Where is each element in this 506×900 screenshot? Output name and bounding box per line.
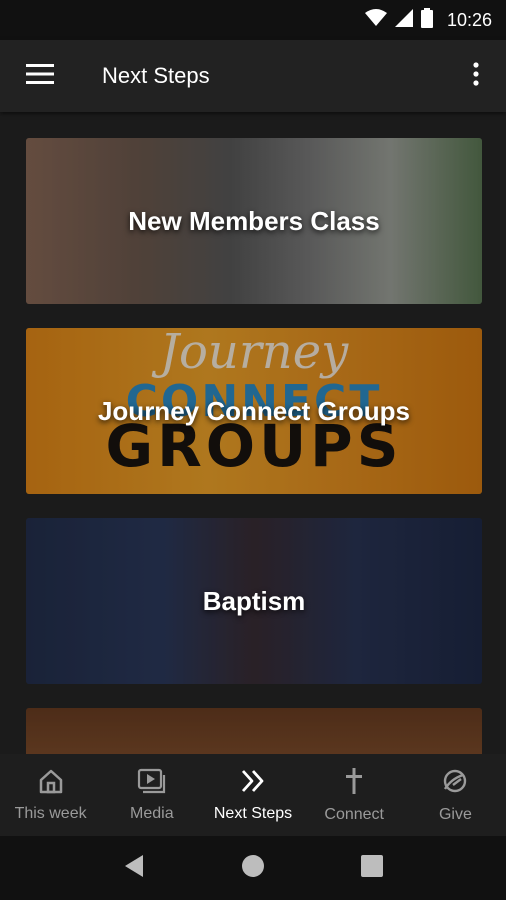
card-title: New Members Class	[128, 205, 380, 236]
card-baptism[interactable]: Baptism	[26, 518, 482, 684]
card-overlay	[26, 708, 482, 754]
card-title: Journey Connect Groups	[97, 395, 411, 426]
hamburger-menu-button[interactable]	[0, 40, 80, 112]
nav-item-connect[interactable]: Connect	[304, 754, 405, 836]
app-bar: Next Steps	[0, 40, 506, 112]
card-title: Baptism	[202, 585, 306, 616]
more-vertical-icon	[473, 61, 479, 91]
nav-label: Give	[438, 805, 472, 823]
back-button[interactable]	[123, 854, 145, 883]
more-options-button[interactable]	[446, 40, 506, 112]
system-navigation-bar	[0, 836, 506, 900]
next-steps-list[interactable]: New Members Class Journey CONNECT GROUPS…	[0, 112, 506, 754]
nav-label: Media	[130, 804, 174, 822]
card-partial[interactable]	[26, 708, 482, 754]
status-bar: 10:26	[0, 0, 506, 40]
card-new-members-class[interactable]: New Members Class	[26, 138, 482, 304]
media-play-icon	[137, 768, 167, 799]
bottom-navigation: This week Media Next Steps Connect Give	[0, 754, 506, 836]
nav-label: This week	[14, 804, 87, 822]
recents-button[interactable]	[361, 854, 383, 882]
nav-item-give[interactable]: Give	[405, 754, 506, 836]
battery-icon	[420, 7, 433, 33]
nav-label: Connect	[324, 805, 384, 823]
signal-icon	[394, 8, 413, 32]
nav-label: Next Steps	[213, 804, 293, 822]
nav-item-next-steps[interactable]: Next Steps	[202, 754, 303, 836]
give-icon	[441, 767, 469, 800]
page-title: Next Steps	[102, 63, 210, 88]
status-time: 10:26	[446, 9, 492, 30]
nav-item-media[interactable]: Media	[101, 754, 202, 836]
cross-icon	[343, 767, 365, 800]
nav-item-this-week[interactable]: This week	[0, 754, 101, 836]
home-button[interactable]	[241, 854, 265, 883]
double-chevron-icon	[240, 768, 266, 799]
hamburger-menu-icon	[26, 63, 54, 89]
screen: 10:26 Next Steps New Members Class Journ…	[0, 0, 506, 900]
card-journey-connect-groups[interactable]: Journey CONNECT GROUPS Journey Connect G…	[26, 328, 482, 494]
wifi-icon	[364, 8, 387, 32]
home-icon	[38, 768, 64, 799]
